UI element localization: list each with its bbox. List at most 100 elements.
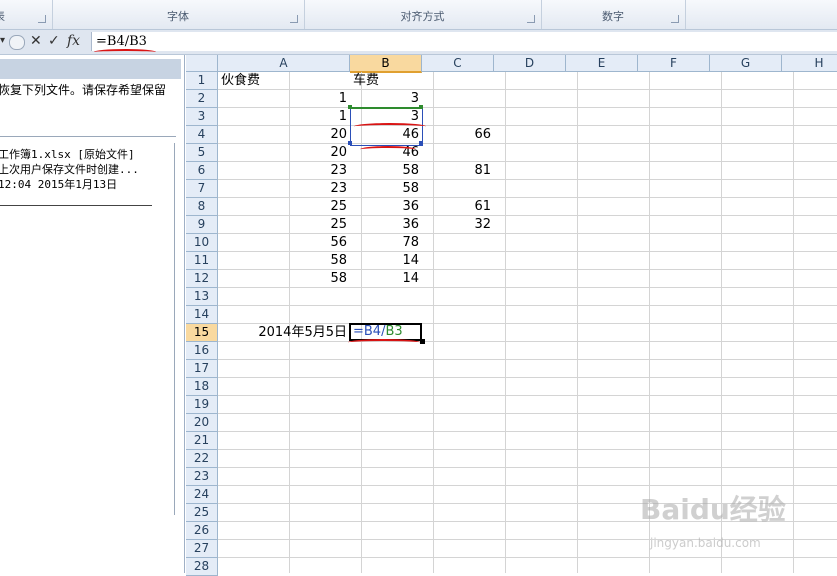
cell-A15[interactable]: 2014年5月5日 bbox=[218, 324, 347, 342]
formula-part-b3: B3 bbox=[385, 324, 403, 339]
cell-A10[interactable]: 56 bbox=[218, 234, 347, 252]
cell-A7[interactable]: 23 bbox=[218, 180, 347, 198]
cell-B8[interactable]: 36 bbox=[350, 198, 419, 216]
row-header-23[interactable]: 23 bbox=[186, 468, 218, 486]
row-header-12[interactable]: 12 bbox=[186, 270, 218, 288]
cell-B7[interactable]: 58 bbox=[350, 180, 419, 198]
formula-bar-expand-icon[interactable] bbox=[9, 35, 25, 50]
cell-C4[interactable]: 66 bbox=[422, 126, 491, 144]
row-header-4[interactable]: 4 bbox=[186, 126, 218, 144]
cell-B2[interactable]: 3 bbox=[350, 90, 419, 108]
column-header-E[interactable]: E bbox=[566, 55, 638, 72]
file-item-divider bbox=[0, 205, 152, 206]
reference-handle[interactable] bbox=[419, 141, 423, 145]
column-header-D[interactable]: D bbox=[494, 55, 566, 72]
name-box-dropdown-icon[interactable]: ▾ bbox=[0, 35, 5, 46]
row-header-10[interactable]: 10 bbox=[186, 234, 218, 252]
row-header-17[interactable]: 17 bbox=[186, 360, 218, 378]
ribbon-group-label: 数字 bbox=[602, 10, 624, 23]
row-header-28[interactable]: 28 bbox=[186, 558, 218, 576]
row-header-7[interactable]: 7 bbox=[186, 180, 218, 198]
row-header-22[interactable]: 22 bbox=[186, 450, 218, 468]
cell-B1[interactable]: 车费 bbox=[353, 72, 379, 90]
cell-A6[interactable]: 23 bbox=[218, 162, 347, 180]
watermark-url: jingyan.baidu.com bbox=[650, 536, 761, 550]
row-header-25[interactable]: 25 bbox=[186, 504, 218, 522]
row-header-8[interactable]: 8 bbox=[186, 198, 218, 216]
column-header-G[interactable]: G bbox=[710, 55, 782, 72]
select-all-corner[interactable] bbox=[186, 55, 218, 72]
enter-icon[interactable]: ✓ bbox=[48, 33, 60, 49]
cell-C8[interactable]: 61 bbox=[422, 198, 491, 216]
row-header-1[interactable]: 1 bbox=[186, 72, 218, 90]
row-header-15[interactable]: 15 bbox=[186, 324, 218, 342]
column-header-F[interactable]: F bbox=[638, 55, 710, 72]
cell-B10[interactable]: 78 bbox=[350, 234, 419, 252]
row-header-18[interactable]: 18 bbox=[186, 378, 218, 396]
cancel-icon[interactable]: ✕ bbox=[30, 33, 42, 49]
cell-B12[interactable]: 14 bbox=[350, 270, 419, 288]
reference-handle[interactable] bbox=[348, 141, 352, 145]
row-header-20[interactable]: 20 bbox=[186, 414, 218, 432]
formula-reference-top-edge bbox=[350, 107, 421, 109]
recovered-file-item[interactable]: 工作簿1.xlsx [原始文件] 上次用户保存文件时创建... 12:04 20… bbox=[0, 143, 175, 515]
row-header-3[interactable]: 3 bbox=[186, 108, 218, 126]
column-header-B[interactable]: B bbox=[350, 55, 422, 73]
file-name: 工作簿1.xlsx [原始文件] bbox=[0, 148, 135, 161]
file-description: 上次用户保存文件时创建... bbox=[0, 163, 139, 176]
cell-A4[interactable]: 20 bbox=[218, 126, 347, 144]
cell-A11[interactable]: 58 bbox=[218, 252, 347, 270]
row-header-11[interactable]: 11 bbox=[186, 252, 218, 270]
row-header-21[interactable]: 21 bbox=[186, 432, 218, 450]
row-header-5[interactable]: 5 bbox=[186, 144, 218, 162]
row-header-19[interactable]: 19 bbox=[186, 396, 218, 414]
reference-handle[interactable] bbox=[419, 105, 423, 109]
ribbon-group-alignment: 对齐方式 bbox=[304, 0, 542, 29]
row-header-13[interactable]: 13 bbox=[186, 288, 218, 306]
cell-A5[interactable]: 20 bbox=[218, 144, 347, 162]
red-annotation-stroke bbox=[348, 339, 420, 346]
dialog-launcher-icon[interactable] bbox=[290, 15, 298, 23]
reference-handle[interactable] bbox=[348, 105, 352, 109]
row-header-6[interactable]: 6 bbox=[186, 162, 218, 180]
cell-B11[interactable]: 14 bbox=[350, 252, 419, 270]
insert-function-icon[interactable]: fx bbox=[67, 33, 80, 49]
row-header-27[interactable]: 27 bbox=[186, 540, 218, 558]
cell-C9[interactable]: 32 bbox=[422, 216, 491, 234]
fill-handle[interactable] bbox=[420, 339, 425, 344]
cell-A9[interactable]: 25 bbox=[218, 216, 347, 234]
formula-input[interactable] bbox=[91, 32, 837, 51]
row-header-14[interactable]: 14 bbox=[186, 306, 218, 324]
row-header-24[interactable]: 24 bbox=[186, 486, 218, 504]
dialog-launcher-icon[interactable] bbox=[527, 15, 535, 23]
cell-C6[interactable]: 81 bbox=[422, 162, 491, 180]
cell-A3[interactable]: 1 bbox=[218, 108, 347, 126]
cell-B9[interactable]: 36 bbox=[350, 216, 419, 234]
ribbon-group-number: 数字 bbox=[541, 0, 686, 29]
cell-A2[interactable]: 1 bbox=[218, 90, 347, 108]
pane-divider bbox=[0, 136, 176, 137]
file-timestamp: 12:04 2015年1月13日 bbox=[0, 178, 118, 191]
ribbon-group-label: 字体 bbox=[167, 10, 189, 23]
red-annotation-stroke bbox=[354, 123, 426, 130]
column-header-A[interactable]: A bbox=[218, 55, 350, 72]
column-header-C[interactable]: C bbox=[422, 55, 494, 72]
cell-A1[interactable]: 伙食费 bbox=[221, 72, 260, 90]
cell-A12[interactable]: 58 bbox=[218, 270, 347, 288]
row-header-26[interactable]: 26 bbox=[186, 522, 218, 540]
row-header-9[interactable]: 9 bbox=[186, 216, 218, 234]
cell-B6[interactable]: 58 bbox=[350, 162, 419, 180]
row-header-16[interactable]: 16 bbox=[186, 342, 218, 360]
formula-part-b4: =B4/ bbox=[353, 324, 386, 339]
column-header-H[interactable]: H bbox=[782, 55, 837, 72]
ribbon-group-label: 对齐方式 bbox=[400, 10, 445, 23]
dialog-launcher-icon[interactable] bbox=[671, 15, 679, 23]
ribbon-group-font: 字体 bbox=[52, 0, 305, 29]
ribbon-group-strip: 表 字体 对齐方式 数字 bbox=[0, 0, 837, 30]
watermark-logo: Baidu经验 bbox=[640, 493, 786, 526]
red-annotation-stroke bbox=[360, 146, 416, 153]
row-header-2[interactable]: 2 bbox=[186, 90, 218, 108]
cell-A8[interactable]: 25 bbox=[218, 198, 347, 216]
dialog-launcher-icon[interactable] bbox=[38, 15, 46, 23]
formula-text: =B4/B3 bbox=[96, 34, 147, 49]
